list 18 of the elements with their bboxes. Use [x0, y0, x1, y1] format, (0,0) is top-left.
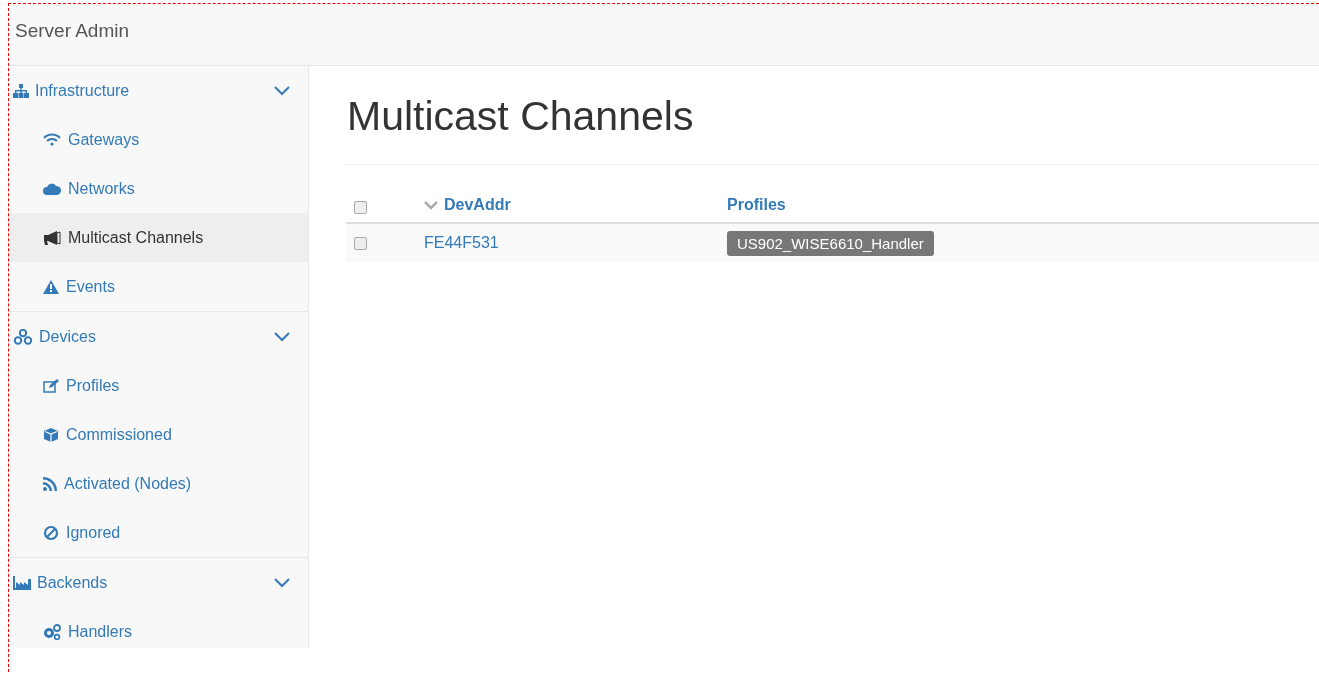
column-header[interactable]: Profiles [727, 196, 786, 214]
sidebar-item[interactable]: Ignored [9, 508, 308, 557]
devaddr-link[interactable]: FE44F531 [424, 234, 499, 251]
column-header[interactable]: DevAddr [424, 196, 511, 214]
sidebar-item[interactable]: Gateways [9, 115, 308, 164]
menu-group-header[interactable]: Devices [9, 312, 308, 361]
profile-label: US902_WISE6610_Handler [727, 230, 934, 256]
page-title: Multicast Channels [347, 92, 695, 140]
sidebar-item[interactable]: Activated (Nodes) [9, 459, 308, 508]
sidebar-item[interactable]: Commissioned [9, 410, 308, 459]
sidebar-item[interactable]: Networks [9, 164, 308, 213]
sidebar-item[interactable]: Multicast Channels [9, 213, 308, 262]
menu-group-header[interactable]: Infrastructure [9, 66, 308, 115]
sidebar-item[interactable]: Events [9, 262, 308, 311]
sidebar-item[interactable]: Handlers [9, 607, 308, 656]
brand-link[interactable]: Server Admin [9, 4, 136, 58]
menu-group-header[interactable]: Backends [9, 558, 308, 607]
sidebar-item[interactable]: Profiles [9, 361, 308, 410]
